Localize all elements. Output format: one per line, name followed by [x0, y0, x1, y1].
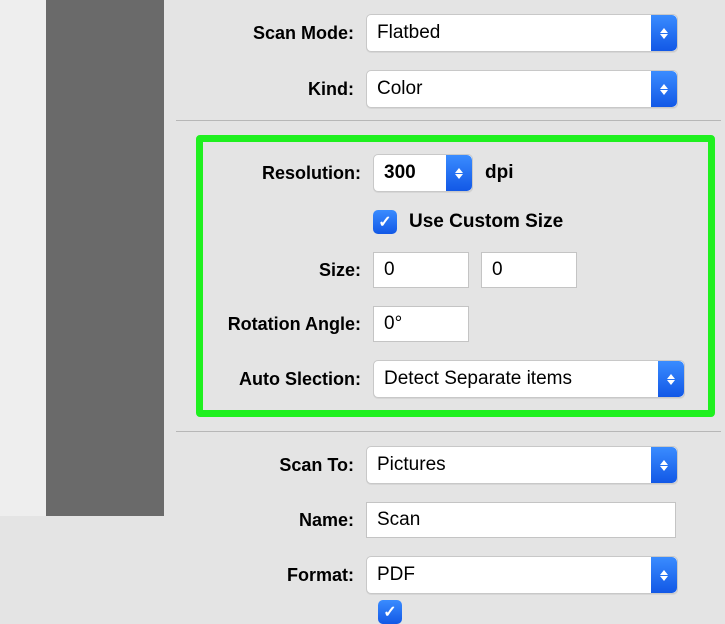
resolution-select[interactable]: 300 [373, 154, 473, 192]
updown-icon [651, 447, 677, 483]
row-kind: Kind: Color [164, 70, 725, 108]
section-separator [176, 120, 721, 121]
updown-icon [651, 15, 677, 51]
kind-select[interactable]: Color [366, 70, 678, 108]
auto-selection-label: Auto Slection: [203, 369, 373, 390]
format-label: Format: [176, 565, 366, 586]
scan-mode-label: Scan Mode: [176, 23, 366, 44]
updown-icon [658, 361, 684, 397]
scan-mode-select[interactable]: Flatbed [366, 14, 678, 52]
rotation-angle-input[interactable] [373, 306, 469, 342]
size-width-input[interactable] [373, 252, 469, 288]
kind-label: Kind: [176, 79, 366, 100]
section-separator [176, 431, 721, 432]
name-input[interactable] [366, 502, 676, 538]
row-size: Size: [203, 252, 700, 288]
auto-selection-select[interactable]: Detect Separate items [373, 360, 685, 398]
use-custom-size-checkbox[interactable] [373, 210, 397, 234]
row-scan-mode: Scan Mode: Flatbed [164, 14, 725, 52]
auto-selection-value: Detect Separate items [384, 368, 572, 390]
kind-value: Color [377, 78, 422, 100]
scan-mode-value: Flatbed [377, 22, 440, 44]
updown-icon [651, 557, 677, 593]
row-name: Name: [164, 502, 725, 538]
name-label: Name: [176, 510, 366, 531]
sidebar-preview [46, 0, 164, 516]
size-label: Size: [203, 260, 373, 281]
format-select[interactable]: PDF [366, 556, 678, 594]
row-combine [164, 600, 725, 624]
format-value: PDF [377, 564, 415, 586]
scan-to-label: Scan To: [176, 455, 366, 476]
sidebar-gutter [0, 0, 46, 516]
row-resolution: Resolution: 300 dpi [203, 154, 700, 192]
size-height-input[interactable] [481, 252, 577, 288]
resolution-value: 300 [384, 162, 416, 184]
use-custom-size-text: Use Custom Size [409, 211, 563, 233]
updown-icon [446, 155, 472, 191]
resolution-size-highlight: Resolution: 300 dpi Use Custom Size [196, 135, 715, 417]
row-use-custom-size: Use Custom Size [203, 210, 700, 234]
scan-options-form: Scan Mode: Flatbed Kind: Color [164, 0, 725, 516]
scan-to-select[interactable]: Pictures [366, 446, 678, 484]
scan-to-value: Pictures [377, 454, 446, 476]
row-auto-selection: Auto Slection: Detect Separate items [203, 360, 700, 398]
updown-icon [651, 71, 677, 107]
rotation-angle-label: Rotation Angle: [203, 314, 373, 335]
row-scan-to: Scan To: Pictures [164, 446, 725, 484]
settings-pane: Scan Mode: Flatbed Kind: Color [0, 0, 725, 516]
row-format: Format: PDF [164, 556, 725, 594]
row-rotation-angle: Rotation Angle: [203, 306, 700, 342]
resolution-label: Resolution: [203, 163, 373, 184]
combine-checkbox[interactable] [378, 600, 402, 624]
dpi-text: dpi [485, 162, 514, 184]
